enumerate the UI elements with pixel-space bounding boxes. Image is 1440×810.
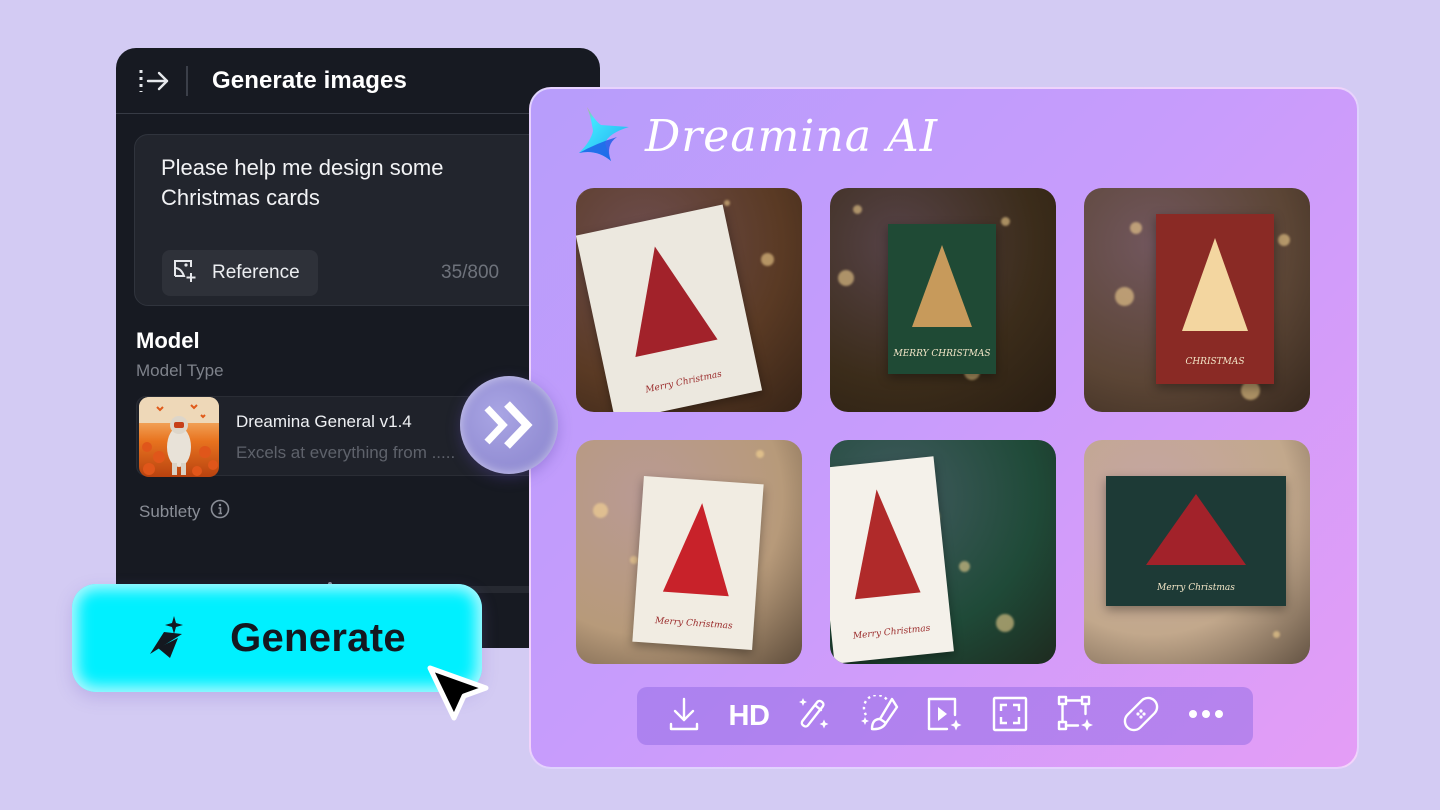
card-caption: Merry Christmas bbox=[654, 616, 733, 632]
card-caption: Merry Christmas bbox=[644, 369, 723, 396]
download-icon bbox=[666, 696, 702, 737]
bokeh-light bbox=[1115, 287, 1134, 306]
resize-button[interactable] bbox=[1054, 694, 1098, 738]
mouse-pointer-icon bbox=[427, 665, 489, 721]
card-caption: Merry Christmas bbox=[852, 623, 931, 643]
bokeh-light bbox=[1278, 234, 1290, 246]
subtlety-text: Subtlety bbox=[139, 501, 201, 521]
expand-icon bbox=[991, 695, 1029, 738]
panel-title: Generate images bbox=[212, 66, 407, 94]
header-divider bbox=[186, 65, 188, 96]
result-image[interactable]: Merry Christmas bbox=[576, 188, 802, 412]
greeting-card: MERRY CHRISTMAS bbox=[888, 224, 996, 374]
info-icon[interactable] bbox=[210, 499, 230, 524]
double-chevron-right-icon bbox=[484, 401, 533, 449]
result-image[interactable]: Merry Christmas bbox=[830, 440, 1056, 664]
result-image[interactable]: Merry Christmas bbox=[576, 440, 802, 664]
brand: Dreamina AI bbox=[575, 105, 938, 168]
magic-wand-button[interactable] bbox=[792, 694, 836, 738]
hd-icon: HD bbox=[728, 699, 770, 732]
bokeh-light bbox=[756, 450, 764, 458]
hd-button[interactable]: HD bbox=[727, 694, 771, 738]
inpaint-brush-icon bbox=[860, 693, 900, 738]
dreamina-results-panel: Dreamina AI Merry Christmas MERRY CHRISTM… bbox=[529, 87, 1359, 769]
collapse-sidebar-icon[interactable] bbox=[138, 67, 170, 95]
add-image-icon bbox=[172, 257, 198, 289]
more-icon bbox=[1187, 707, 1225, 725]
bokeh-light bbox=[1273, 631, 1280, 638]
card-motif bbox=[1146, 494, 1246, 566]
card-motif bbox=[912, 245, 972, 327]
bokeh-light bbox=[593, 503, 608, 518]
result-image[interactable]: MERRY CHRISTMAS bbox=[830, 188, 1056, 412]
bandage-button[interactable] bbox=[1119, 694, 1163, 738]
card-motif bbox=[662, 501, 736, 597]
bokeh-light bbox=[838, 270, 854, 286]
card-caption: MERRY CHRISTMAS bbox=[893, 349, 991, 359]
prompt-input[interactable]: Please help me design some Christmas car… bbox=[134, 134, 574, 306]
reference-label: Reference bbox=[212, 262, 300, 283]
image-toolbar: HD bbox=[637, 687, 1253, 745]
model-description: Excels at everything from ..... bbox=[236, 443, 456, 462]
brand-name: Dreamina AI bbox=[645, 111, 939, 162]
animate-video-button[interactable] bbox=[923, 694, 967, 738]
generate-button[interactable]: Generate bbox=[72, 584, 482, 692]
results-grid: Merry Christmas MERRY CHRISTMAS CHRISTMAS M… bbox=[576, 188, 1310, 664]
card-caption: Merry Christmas bbox=[1157, 583, 1235, 593]
dreamina-logo-icon bbox=[575, 105, 633, 168]
card-motif bbox=[843, 486, 921, 600]
bokeh-light bbox=[630, 556, 638, 564]
bandage-icon bbox=[1121, 694, 1161, 739]
panel-header: Generate images bbox=[116, 48, 600, 114]
bokeh-light bbox=[1001, 217, 1010, 226]
greeting-card: Merry Christmas bbox=[830, 456, 954, 664]
greeting-card: CHRISTMAS bbox=[1156, 214, 1274, 384]
card-caption: CHRISTMAS bbox=[1185, 357, 1245, 367]
magic-wand-icon bbox=[795, 695, 833, 738]
bokeh-light bbox=[1130, 222, 1142, 234]
bokeh-light bbox=[724, 200, 730, 206]
generate-images-panel: Generate images Please help me design so… bbox=[116, 48, 600, 648]
card-motif bbox=[613, 237, 718, 357]
subtlety-label: Subtlety bbox=[139, 499, 230, 524]
inpaint-brush-button[interactable] bbox=[858, 693, 902, 738]
model-thumbnail bbox=[139, 397, 219, 477]
animate-video-icon bbox=[925, 695, 965, 738]
resize-icon bbox=[1056, 694, 1096, 739]
greeting-card: Merry Christmas bbox=[576, 204, 763, 412]
result-image[interactable]: Merry Christmas bbox=[1084, 440, 1310, 664]
model-name: Dreamina General v1.4 bbox=[236, 412, 412, 431]
greeting-card: Merry Christmas bbox=[632, 476, 764, 650]
bokeh-light bbox=[576, 188, 582, 194]
model-heading: Model bbox=[136, 328, 200, 353]
download-button[interactable] bbox=[662, 694, 706, 738]
expand-button[interactable] bbox=[988, 694, 1032, 738]
bokeh-light bbox=[996, 614, 1014, 632]
model-type-label: Model Type bbox=[136, 361, 224, 380]
forward-arrow-button bbox=[460, 376, 558, 474]
greeting-card: Merry Christmas bbox=[1106, 476, 1286, 606]
card-motif bbox=[1182, 237, 1248, 331]
bokeh-light bbox=[853, 205, 862, 214]
generate-label: Generate bbox=[230, 615, 406, 660]
reference-button[interactable]: Reference bbox=[162, 250, 318, 296]
sparkle-logo-icon bbox=[148, 614, 184, 663]
more-button[interactable] bbox=[1184, 694, 1228, 738]
bokeh-light bbox=[959, 561, 970, 572]
result-image[interactable]: CHRISTMAS bbox=[1084, 188, 1310, 412]
bokeh-light bbox=[761, 253, 774, 266]
prompt-text[interactable]: Please help me design some Christmas car… bbox=[161, 153, 521, 213]
character-counter: 35/800 bbox=[441, 262, 500, 283]
